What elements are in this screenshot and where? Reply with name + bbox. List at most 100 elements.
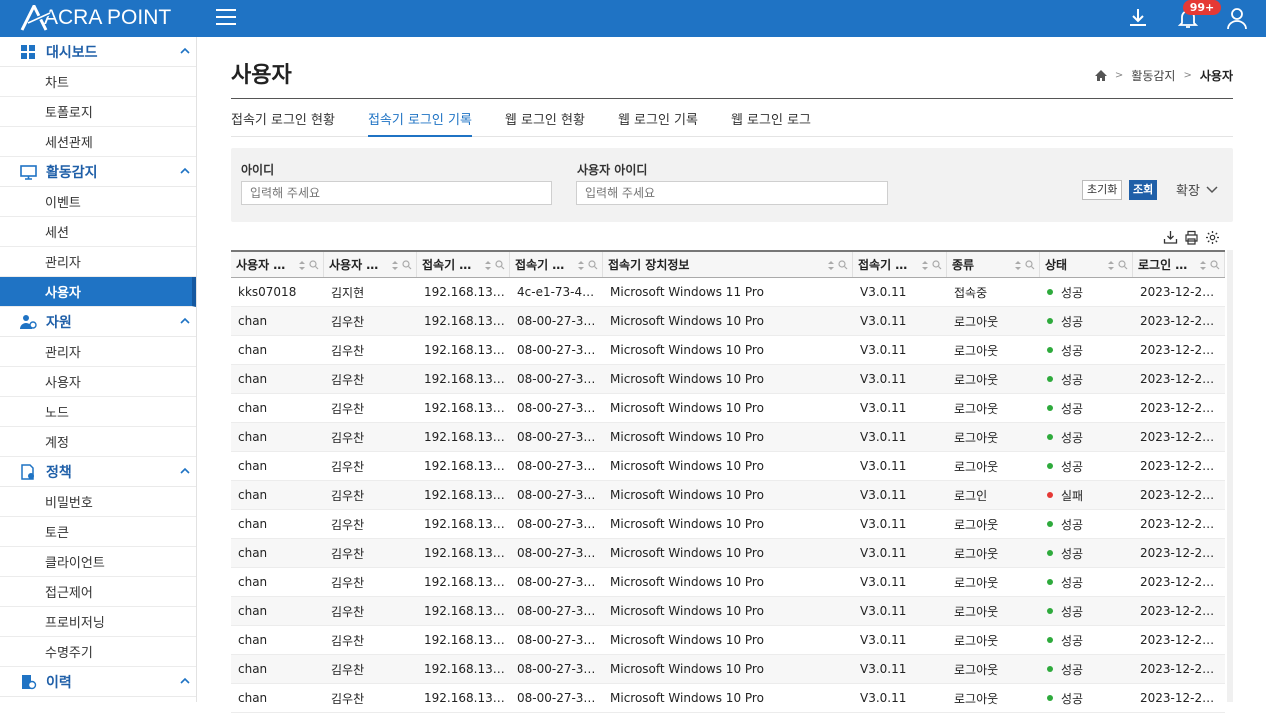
column-header[interactable]: 사용자 … <box>324 252 417 277</box>
search-icon[interactable] <box>588 260 598 270</box>
table-row[interactable]: chan 김우찬 192.168.13… 08-00-27-3… Microsoft W… <box>231 510 1225 539</box>
sidebar-item[interactable]: 세션관제 <box>0 127 196 157</box>
sidebar-item[interactable]: 클라이언트 <box>0 547 196 577</box>
tab-1[interactable]: 접속기 로그인 기록 <box>367 103 472 137</box>
reset-button[interactable]: 초기화 <box>1082 180 1123 200</box>
chevron-up-icon[interactable] <box>180 466 190 476</box>
table-row[interactable]: chan 김우찬 192.168.13… 08-00-27-3… Microsoft W… <box>231 394 1225 423</box>
column-header[interactable]: 접속기 … <box>853 252 947 277</box>
table-row[interactable]: kks07018 김지현 192.168.13… 4c-e1-73-4… Microso… <box>231 278 1225 307</box>
sort-icon[interactable] <box>1014 260 1022 271</box>
column-header[interactable]: 접속기 … <box>417 252 510 277</box>
id-input[interactable] <box>241 181 552 205</box>
download-icon[interactable] <box>1126 6 1150 30</box>
table-row[interactable]: chan 김우찬 192.168.13… 08-00-27-3… Microsoft W… <box>231 539 1225 568</box>
column-header[interactable]: 로그인 … <box>1133 252 1225 277</box>
column-header[interactable]: 사용자 … <box>231 252 324 277</box>
sidebar-item[interactable]: 계정 <box>0 427 196 457</box>
table-row[interactable]: chan 김우찬 192.168.13… 08-00-27-3… Microsoft W… <box>231 423 1225 452</box>
export-download-icon[interactable] <box>1163 230 1178 245</box>
table-row[interactable]: chan 김우찬 192.168.13… 08-00-27-3… Microsoft W… <box>231 597 1225 626</box>
expand-toggle[interactable]: 확장 <box>1176 180 1218 199</box>
sidebar-group-1[interactable]: 활동감지 <box>0 157 196 187</box>
sidebar-item[interactable]: 이벤트 <box>0 187 196 217</box>
user-id-input[interactable] <box>576 181 888 205</box>
status-text: 성공 <box>1061 401 1084 416</box>
sort-icon[interactable] <box>921 260 929 271</box>
home-icon[interactable] <box>1094 70 1107 81</box>
sort-icon[interactable] <box>298 260 306 271</box>
table-scrollbar[interactable] <box>1227 250 1233 702</box>
search-icon[interactable] <box>932 260 942 270</box>
table-cell: 2023-12-2… <box>1140 343 1215 357</box>
chevron-up-icon[interactable] <box>180 316 190 326</box>
breadcrumb-level1[interactable]: 활동감지 <box>1131 67 1175 84</box>
sidebar-item[interactable]: 차트 <box>0 67 196 97</box>
sidebar-group-0[interactable]: 대시보드 <box>0 37 196 67</box>
sidebar-item[interactable]: 관리자 <box>0 247 196 277</box>
search-icon[interactable] <box>495 260 505 270</box>
table-cell: 2023-12-2… <box>1140 401 1215 415</box>
sidebar-item[interactable]: 프로비저닝 <box>0 607 196 637</box>
column-header[interactable]: 접속기 장치정보 <box>603 252 853 277</box>
table-cell: 192.168.13… <box>424 604 505 618</box>
sidebar-item[interactable]: 토큰 <box>0 517 196 547</box>
sidebar-item[interactable]: 접근제어 <box>0 577 196 607</box>
tab-0[interactable]: 접속기 로그인 현황 <box>231 103 335 137</box>
column-header[interactable]: 상태 <box>1040 252 1133 277</box>
sidebar-group-4[interactable]: 이력 <box>0 667 196 697</box>
search-icon[interactable] <box>1210 260 1220 270</box>
table-row[interactable]: chan 김우찬 192.168.13… 08-00-27-3… Microsoft W… <box>231 481 1225 510</box>
chevron-up-icon[interactable] <box>180 46 190 56</box>
column-header[interactable]: 종류 <box>947 252 1040 277</box>
table-row[interactable]: chan 김우찬 192.168.13… 08-00-27-3… Microsoft W… <box>231 452 1225 481</box>
tab-2[interactable]: 웹 로그인 현황 <box>505 103 585 137</box>
sort-icon[interactable] <box>391 260 399 271</box>
user-profile-icon[interactable] <box>1225 6 1249 30</box>
sidebar-item[interactable]: 관리자 <box>0 337 196 367</box>
search-icon[interactable] <box>1118 260 1128 270</box>
print-icon[interactable] <box>1184 230 1199 245</box>
search-icon[interactable] <box>838 260 848 270</box>
sort-icon[interactable] <box>1199 260 1207 271</box>
table-row[interactable]: chan 김우찬 192.168.13… 08-00-27-3… Microsoft W… <box>231 307 1225 336</box>
search-icon[interactable] <box>309 260 319 270</box>
sidebar-item[interactable]: 비밀번호 <box>0 487 196 517</box>
user-id-label: 사용자 아이디 <box>577 163 648 177</box>
table-cell: Microsoft Windows 10 Pro <box>610 488 764 502</box>
status-text: 성공 <box>1061 372 1084 387</box>
sidebar-item[interactable]: 수명주기 <box>0 637 196 667</box>
sort-icon[interactable] <box>484 260 492 271</box>
sort-icon[interactable] <box>577 260 585 271</box>
breadcrumb: > 활동감지 > 사용자 <box>1094 67 1233 84</box>
logo[interactable]: ACRA POINT <box>20 4 171 32</box>
column-header[interactable]: 접속기 … <box>510 252 603 277</box>
sidebar-item[interactable]: 노드 <box>0 397 196 427</box>
search-icon[interactable] <box>1025 260 1035 270</box>
chevron-up-icon[interactable] <box>180 676 190 686</box>
sidebar-item[interactable]: 토폴로지 <box>0 97 196 127</box>
tab-3[interactable]: 웹 로그인 기록 <box>618 103 698 137</box>
sort-icon[interactable] <box>827 260 835 271</box>
menu-toggle-icon[interactable] <box>216 9 236 27</box>
column-header-label: 접속기 … <box>858 258 908 272</box>
sidebar-item[interactable]: 사용자 <box>0 277 196 307</box>
sidebar-group-3[interactable]: 정책 <box>0 457 196 487</box>
table-row[interactable]: chan 김우찬 192.168.13… 08-00-27-3… Microsoft W… <box>231 626 1225 655</box>
table-cell: 로그아웃 <box>954 662 999 677</box>
settings-gear-icon[interactable] <box>1205 230 1220 245</box>
table-row[interactable]: chan 김우찬 192.168.13… 08-00-27-3… Microsoft W… <box>231 365 1225 394</box>
table-row[interactable]: chan 김우찬 192.168.13… 08-00-27-3… Microsoft W… <box>231 568 1225 597</box>
tab-4[interactable]: 웹 로그인 로그 <box>731 103 811 137</box>
sidebar-group-2[interactable]: 자원 <box>0 307 196 337</box>
table-row[interactable]: chan 김우찬 192.168.13… 08-00-27-3… Microsoft W… <box>231 684 1225 713</box>
search-button[interactable]: 조회 <box>1129 180 1158 200</box>
table-cell: chan <box>238 517 268 531</box>
chevron-up-icon[interactable] <box>180 166 190 176</box>
table-row[interactable]: chan 김우찬 192.168.13… 08-00-27-3… Microsoft W… <box>231 655 1225 684</box>
sidebar-item[interactable]: 세션 <box>0 217 196 247</box>
table-row[interactable]: chan 김우찬 192.168.13… 08-00-27-3… Microsoft W… <box>231 336 1225 365</box>
sort-icon[interactable] <box>1107 260 1115 271</box>
sidebar-item[interactable]: 사용자 <box>0 367 196 397</box>
search-icon[interactable] <box>402 260 412 270</box>
